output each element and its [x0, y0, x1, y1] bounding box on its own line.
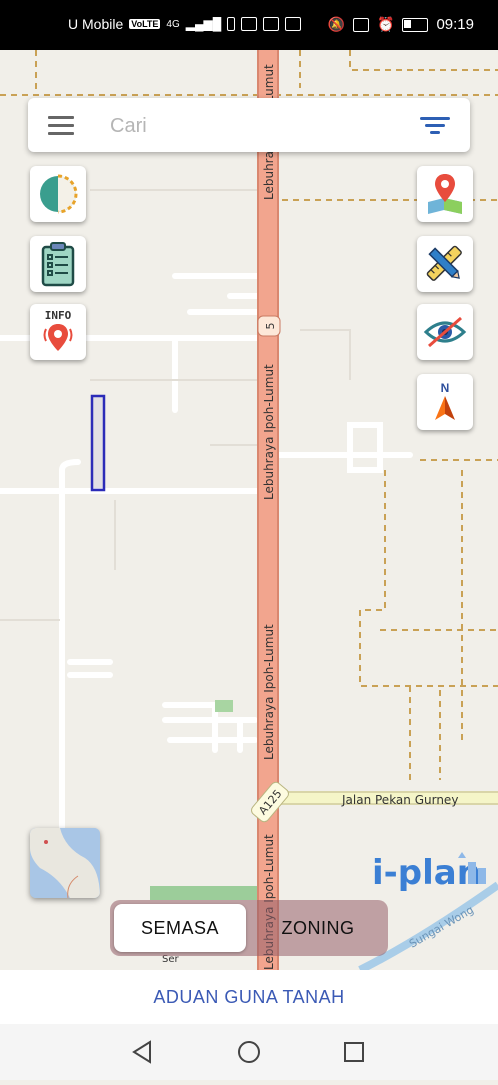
park-area: [150, 886, 260, 900]
home-icon[interactable]: [238, 1041, 260, 1063]
status-bar: U Mobile VoLTE 4G ▂▄▆█ 🔕 ⏰ 09:19: [0, 0, 498, 50]
toggle-zoning[interactable]: ZONING: [252, 904, 384, 952]
green-block: [215, 700, 233, 712]
report-land-use-button[interactable]: ADUAN GUNA TANAH: [153, 987, 344, 1008]
silent-icon: 🔕: [327, 16, 346, 32]
signal-icon: ▂▄▆█: [185, 17, 222, 31]
compass-north-label: N: [440, 381, 450, 395]
highway-label-mid: Lebuhraya Ipoh-Lumut: [262, 364, 276, 500]
clipboard-list-icon: [41, 242, 75, 287]
info-pin-icon: [43, 323, 73, 351]
layer-toggle-icon: [40, 174, 78, 214]
status-left: U Mobile VoLTE 4G ▂▄▆█: [68, 16, 302, 32]
clipboard-button[interactable]: [30, 236, 86, 292]
system-nav-bar: [0, 1024, 498, 1080]
nfc-icon: [353, 17, 370, 32]
toggle-semasa[interactable]: SEMASA: [114, 904, 246, 952]
menu-icon[interactable]: [48, 116, 74, 135]
layer-mode-toggle: SEMASA ZONING: [110, 900, 388, 956]
bottom-action-bar[interactable]: ADUAN GUNA TANAH: [0, 970, 498, 1024]
notification-icon: [263, 17, 280, 31]
search-input[interactable]: [108, 110, 392, 142]
search-bar: [28, 98, 470, 152]
basemap-switch-button[interactable]: [30, 828, 100, 898]
info-button[interactable]: INFO: [30, 304, 86, 360]
info-label: INFO: [44, 308, 72, 322]
filter-icon[interactable]: [420, 117, 450, 135]
compass-button[interactable]: N: [417, 374, 473, 430]
recents-icon[interactable]: [344, 1042, 364, 1062]
hide-eye-icon: [423, 316, 467, 348]
back-icon[interactable]: [132, 1040, 151, 1064]
iplan-logo-text: i-plan: [372, 853, 481, 893]
layer-toggle-button[interactable]: [30, 166, 86, 222]
north-compass-icon: [435, 396, 455, 420]
mail-icon: [241, 17, 258, 31]
selected-parcel[interactable]: [90, 394, 106, 492]
map-pin-icon: [428, 174, 462, 214]
app-notification-icon: [285, 17, 302, 31]
measure-button[interactable]: [417, 236, 473, 292]
carrier-label: U Mobile: [68, 16, 124, 32]
ruler-pencil-icon: [426, 245, 462, 281]
iplan-logo: i-plan: [372, 852, 486, 893]
status-right: 🔕 ⏰ 09:19: [328, 16, 474, 33]
volte-badge: VoLTE: [129, 19, 161, 29]
battery-small-icon: [227, 17, 236, 31]
location-button[interactable]: [417, 166, 473, 222]
visibility-button[interactable]: [417, 304, 473, 360]
nav-buttons: [132, 1040, 364, 1064]
clock: 09:19: [436, 16, 474, 33]
battery-icon: [402, 17, 429, 32]
highway-label-low: Lebuhraya Ipoh-Lumut: [262, 624, 276, 760]
alarm-icon: ⏰: [377, 16, 395, 32]
route-shield-5-label: 5: [264, 323, 277, 330]
network-label: 4G: [166, 18, 180, 30]
minimap-thumbnail-icon: [30, 828, 100, 898]
gurney-road-label: Jalan Pekan Gurney: [341, 793, 458, 807]
